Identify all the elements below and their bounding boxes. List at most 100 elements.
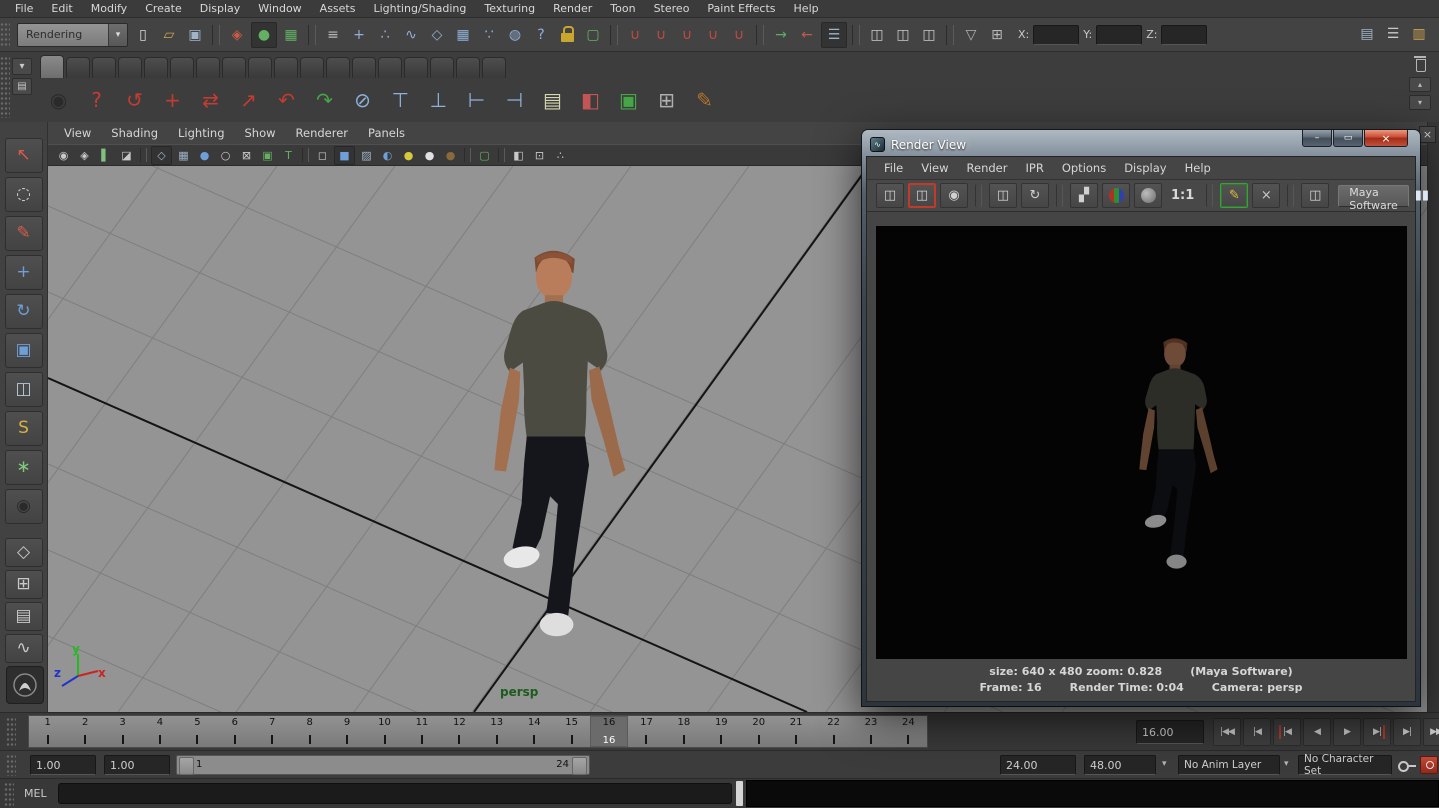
timeline-frame[interactable]: 13: [478, 716, 515, 747]
single-pane-layout-button[interactable]: ◇: [5, 538, 43, 567]
shelf-tab-ncloth[interactable]: [430, 57, 454, 78]
timeline-frame[interactable]: 19: [703, 716, 740, 747]
timeline-frame[interactable]: 21: [777, 716, 814, 747]
menu-set-selector[interactable]: Rendering ▾: [17, 23, 128, 47]
highlight-selection-icon[interactable]: ▢: [581, 23, 605, 47]
playback-end-input[interactable]: [1000, 755, 1076, 775]
dependency-graph-icon[interactable]: ⊢: [460, 84, 493, 117]
shelf-tab-painteffects[interactable]: [274, 57, 298, 78]
menu-item[interactable]: Toon: [601, 0, 644, 18]
mask-rendering-icon[interactable]: ◍: [503, 23, 527, 47]
move-tool[interactable]: +: [5, 255, 43, 290]
select-component-icon[interactable]: ▦: [279, 23, 303, 47]
shelf-tab-rendering[interactable]: [248, 57, 272, 78]
snap-to-plane-icon[interactable]: ∪: [701, 23, 725, 47]
shelf-grip[interactable]: [0, 56, 10, 118]
menu-item[interactable]: Display: [191, 0, 250, 18]
track-camera-icon[interactable]: +: [156, 84, 189, 117]
field-chart-icon[interactable]: ⊠: [237, 147, 256, 164]
menu-item[interactable]: Edit: [42, 0, 81, 18]
gate-mask-icon[interactable]: ○: [216, 147, 235, 164]
menu-item[interactable]: Modify: [82, 0, 136, 18]
command-input[interactable]: [58, 783, 732, 804]
character-set-dropdown-icon[interactable]: ▾: [1284, 759, 1289, 769]
timeline-frame[interactable]: 5: [179, 716, 216, 747]
toolbar-grip[interactable]: [0, 22, 10, 48]
snap-to-grid-icon[interactable]: ∪: [623, 23, 647, 47]
output-connections-icon[interactable]: ←: [795, 23, 819, 47]
new-scene-icon[interactable]: ▯: [131, 23, 155, 47]
undo-icon[interactable]: ↶: [270, 84, 303, 117]
command-splitter[interactable]: [736, 781, 743, 806]
playback-start-input[interactable]: [104, 755, 170, 775]
mask-surfaces-icon[interactable]: ◇: [425, 23, 449, 47]
textured-icon[interactable]: ◐: [378, 147, 397, 164]
paint-tool-icon[interactable]: ✎: [688, 84, 721, 117]
film-gate-icon[interactable]: ▦: [174, 147, 193, 164]
poly-cube-icon[interactable]: ⊞: [650, 84, 683, 117]
select-tool[interactable]: ↖: [5, 138, 43, 173]
shelf-tab-hair[interactable]: [404, 57, 428, 78]
channel-box-toggle-icon[interactable]: ▥: [1407, 22, 1431, 46]
range-slider-grip[interactable]: [6, 754, 16, 776]
menu-item[interactable]: Paint Effects: [698, 0, 784, 18]
redo-icon[interactable]: ↷: [308, 84, 341, 117]
pause-ipr-icon[interactable]: ▮▮: [1410, 184, 1434, 207]
redo-previous-render-icon[interactable]: ↻: [1021, 183, 1049, 208]
ipr-render-icon[interactable]: ◫: [989, 183, 1017, 208]
panel-menu-item[interactable]: Show: [235, 126, 286, 140]
timeline-frame[interactable]: 17: [628, 716, 665, 747]
timeline-frame[interactable]: 7: [254, 716, 291, 747]
shelf-tab-surfaces[interactable]: [92, 57, 116, 78]
no-lights-icon[interactable]: ●: [441, 147, 460, 164]
last-tool-icon[interactable]: ◉: [5, 489, 43, 524]
render-view-menu-item[interactable]: Help: [1176, 161, 1220, 175]
render-view-menu-item[interactable]: IPR: [1017, 161, 1053, 175]
mask-misc-icon[interactable]: ?: [529, 23, 553, 47]
universal-manipulator-tool[interactable]: ◫: [5, 372, 43, 407]
absolute-relative-toggle-icon[interactable]: ⊞: [985, 23, 1009, 47]
menu-item[interactable]: Stereo: [645, 0, 699, 18]
timeline-frame[interactable]: 23: [852, 716, 889, 747]
render-settings-icon[interactable]: ◫: [917, 23, 941, 47]
mask-dynamics-icon[interactable]: ∵: [477, 23, 501, 47]
step-forward-key-button[interactable]: ▶|: [1393, 718, 1421, 746]
playblast-icon[interactable]: ◉: [42, 84, 75, 117]
camera-attributes-icon[interactable]: ◈: [75, 147, 94, 164]
show-manipulator-tool[interactable]: ∗: [5, 450, 43, 485]
render-view-menu-item[interactable]: File: [875, 161, 912, 175]
go-to-start-button[interactable]: |◀◀: [1213, 718, 1241, 746]
delete-history-icon[interactable]: ⊘: [346, 84, 379, 117]
resolution-gate-icon[interactable]: ●: [195, 147, 214, 164]
maximize-button[interactable]: ▭: [1333, 130, 1363, 147]
time-slider[interactable]: 1 2 3 4 5 6: [28, 715, 928, 748]
default-light-icon[interactable]: ●: [399, 147, 418, 164]
keep-image-icon[interactable]: ✎: [1220, 183, 1248, 208]
timeline-frame[interactable]: 1: [29, 716, 66, 747]
shelf-tab-fluids[interactable]: [352, 57, 376, 78]
timeline-frame[interactable]: 2: [66, 716, 103, 747]
rgb-channels-icon[interactable]: [1102, 183, 1130, 208]
animation-end-input[interactable]: [1084, 755, 1156, 775]
z-input[interactable]: [1161, 25, 1207, 45]
hypergraph-connections-icon[interactable]: ⊥: [422, 84, 455, 117]
timeline-frame[interactable]: 22: [815, 716, 852, 747]
render-region-icon[interactable]: ◫: [908, 183, 936, 208]
field-mode-dropdown-icon[interactable]: ▽: [959, 23, 983, 47]
dag-objects-icon[interactable]: ⊣: [498, 84, 531, 117]
outliner-persp-layout-button[interactable]: ▤: [5, 602, 43, 631]
time-slider-grip[interactable]: [6, 717, 16, 747]
mask-joints-icon[interactable]: ∴: [373, 23, 397, 47]
play-backwards-button[interactable]: ◀: [1303, 718, 1331, 746]
anim-layer-field[interactable]: No Anim Layer: [1178, 755, 1280, 775]
paint-selection-tool[interactable]: ✎: [5, 216, 43, 251]
all-lights-icon[interactable]: ●: [420, 147, 439, 164]
render-view-menu-item[interactable]: View: [912, 161, 957, 175]
y-input[interactable]: [1096, 25, 1142, 45]
x-input[interactable]: [1033, 25, 1079, 45]
play-forwards-button[interactable]: ▶: [1333, 718, 1361, 746]
shelf-tab-curves[interactable]: [66, 57, 90, 78]
selection-mask-dropdown-icon[interactable]: ≡: [321, 23, 345, 47]
timeline-frame[interactable]: 24: [890, 716, 927, 747]
timeline-frame[interactable]: 11: [403, 716, 440, 747]
